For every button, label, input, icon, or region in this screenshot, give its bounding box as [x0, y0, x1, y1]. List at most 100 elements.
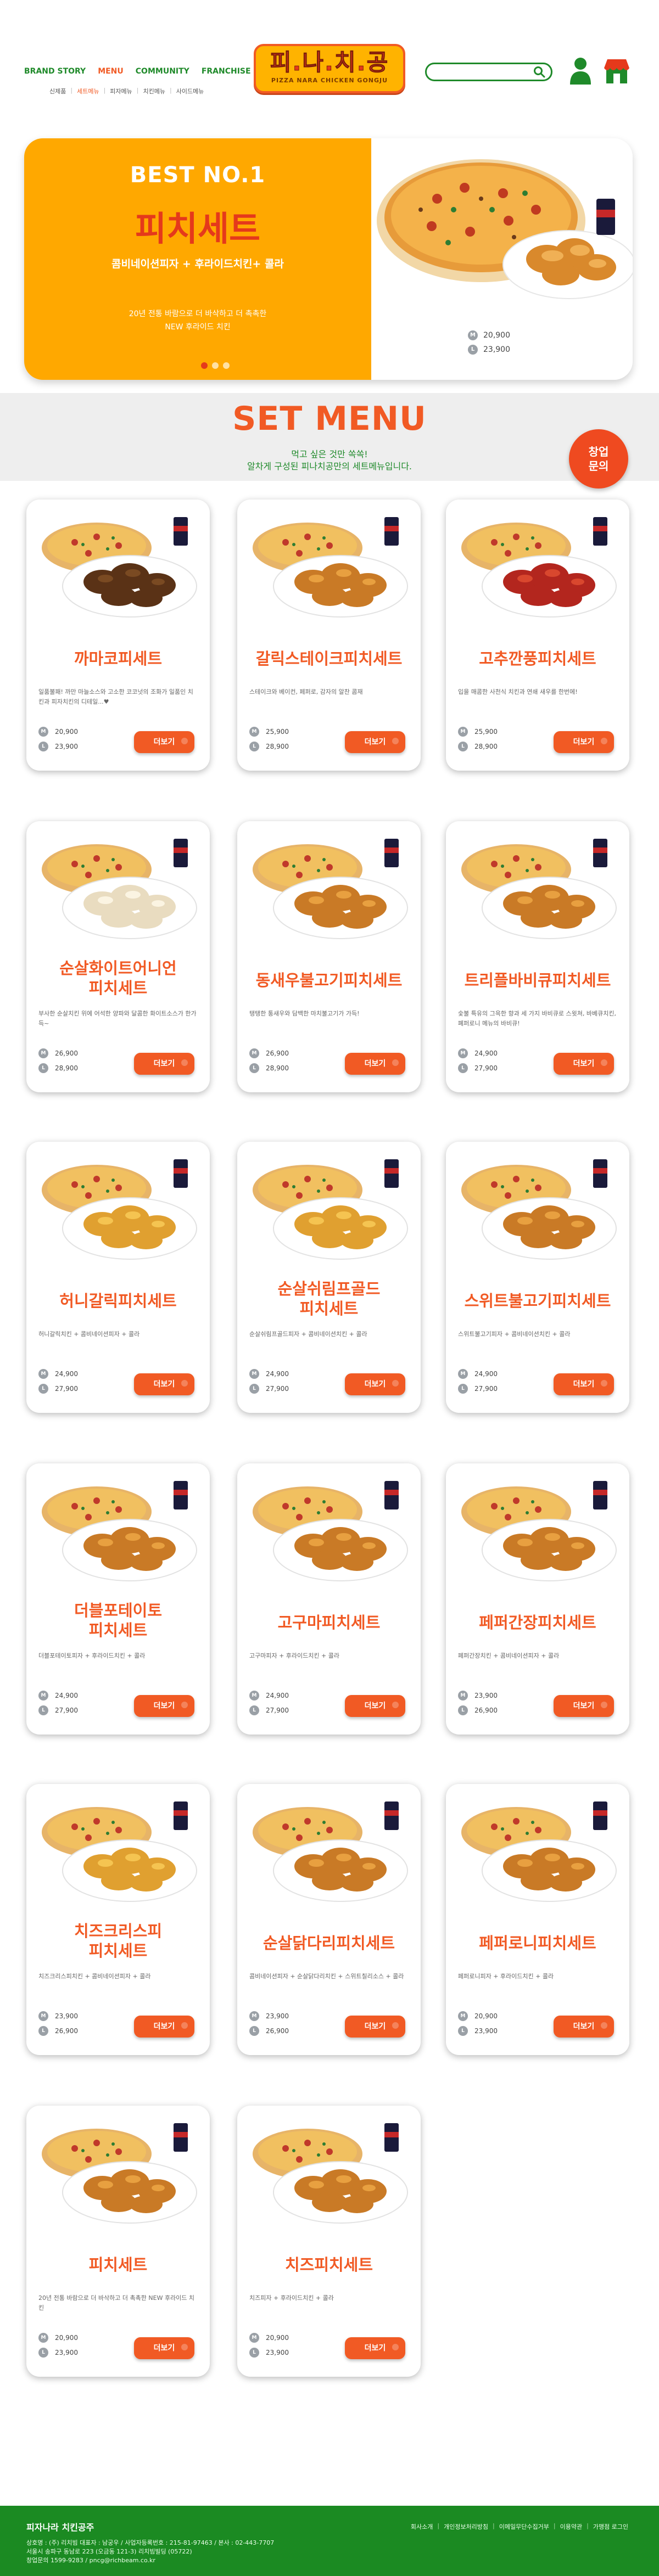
subnav-item-1[interactable]: 세트메뉴	[77, 87, 99, 96]
footer-link-4[interactable]: 가맹점 로그인	[593, 2522, 628, 2531]
set-card[interactable]: 페퍼로니피치세트 페퍼로니피자 + 후라이드치킨 + 콜라 M 20,900 L 23,9…	[446, 1784, 629, 2055]
franchise-inquiry-button[interactable]: 창업 문의	[569, 429, 628, 489]
set-price: M 24,900 L 27,900	[38, 1369, 78, 1399]
footer-line2: 서울시 송파구 동남로 223 (오금동 121-3) 리치빔빌딩 (05722…	[26, 2548, 192, 2555]
size-m-badge: M	[38, 2011, 48, 2021]
price-m-row: M 23,900	[38, 2011, 78, 2021]
detail-button[interactable]: 더보기	[345, 1373, 405, 1395]
detail-button[interactable]: 더보기	[134, 2337, 194, 2359]
set-image	[247, 831, 411, 941]
price-m-row: M 24,900	[38, 1369, 78, 1379]
set-card[interactable]: 스위트불고기피치세트 스위트불고기피자 + 콤비네이션치킨 + 콜라 M 24,900…	[446, 1142, 629, 1413]
subnav-item-2[interactable]: 피자메뉴	[110, 87, 132, 96]
size-l-badge: L	[458, 2026, 468, 2036]
detail-button[interactable]: 더보기	[345, 731, 405, 753]
size-l-badge: L	[38, 1705, 48, 1715]
size-l-badge: L	[458, 1063, 468, 1073]
hero-price-m: M 20,900	[468, 330, 510, 340]
search-input[interactable]	[434, 66, 528, 77]
subnav-separator: |	[103, 87, 106, 94]
set-title: 갈릭스테이크피치세트	[255, 649, 403, 668]
price-m-row: M 23,900	[458, 1691, 498, 1701]
footer-link-separator: |	[587, 2522, 589, 2529]
price-m-row: M 23,900	[249, 2011, 289, 2021]
nav-item-2[interactable]: COMMUNITY	[136, 67, 189, 76]
set-card[interactable]: 순살쉬림프골드 피치세트 순살쉬림프골드피자 + 콤비네이션치킨 + 콜라 M 24,…	[237, 1142, 421, 1413]
price-l-value: 27,900	[55, 1707, 78, 1714]
set-card[interactable]: 치즈피치세트 치즈피자 + 후라이드치킨 + 콜라 M 20,900 L 23,900 더보…	[237, 2106, 421, 2377]
set-card[interactable]: 동새우불고기피치세트 탱탱한 통새우와 담백한 마치불고기가 가득! M 26,900…	[237, 821, 421, 1092]
detail-button[interactable]: 더보기	[345, 2337, 405, 2359]
set-card[interactable]: 피치세트 20년 전통 바람으로 더 바삭하고 더 촉촉한 NEW 후라이드 치킨…	[26, 2106, 210, 2377]
logo[interactable]: 피.나.치.공 PIZZA NARA CHICKEN GONGJU	[254, 44, 405, 93]
set-card[interactable]: 갈릭스테이크피치세트 스테이크와 베이컨, 페퍼로, 감자의 알찬 콤재 M 25,9…	[237, 500, 421, 771]
set-card[interactable]: 허니갈릭피치세트 허니갈릭치킨 + 콤비네이션피자 + 콜라 M 24,900 L 27,…	[26, 1142, 210, 1413]
subnav-item-0[interactable]: 신제품	[49, 87, 66, 96]
price-l-row: L 23,900	[38, 742, 78, 751]
detail-button[interactable]: 더보기	[554, 1373, 614, 1395]
slide-dot-1[interactable]	[212, 362, 219, 369]
set-description: 페퍼간장치킨 + 콤비네이션피자 + 콜라	[458, 1652, 560, 1659]
subnav-item-3[interactable]: 치킨메뉴	[143, 87, 165, 96]
detail-button[interactable]: 더보기	[554, 731, 614, 753]
detail-button[interactable]: 더보기	[554, 1053, 614, 1075]
set-card[interactable]: 고추깐풍피치세트 입을 매콤한 사천식 치킨과 연쇄 새우를 한번에! M 25,90…	[446, 500, 629, 771]
price-l-row: L 28,900	[249, 742, 289, 751]
hero-description: 콤비네이션피자 + 후라이드치킨+ 콜라	[111, 258, 284, 270]
price-m-value: 24,900	[266, 1370, 289, 1378]
set-description: 고구마피자 + 후라이드치킨 + 콜라	[249, 1652, 339, 1659]
nav-item-3[interactable]: FRANCHISE	[202, 67, 251, 76]
hero-banner[interactable]: BEST NO.1 피치세트 콤비네이션피자 + 후라이드치킨+ 콜라 20년 …	[24, 138, 633, 380]
user-icon[interactable]	[569, 57, 592, 85]
price-m-value: 24,900	[55, 1692, 78, 1699]
site-header: BRAND STORY MENU COMMUNITY FRANCHISE 신제품 | 세트…	[0, 0, 659, 126]
footer-link-1[interactable]: 개인정보처리방침	[444, 2522, 488, 2531]
detail-button[interactable]: 더보기	[554, 2016, 614, 2038]
price-m-value: 25,900	[474, 728, 498, 736]
price-m-value: 23,900	[55, 2012, 78, 2020]
nav-item-0[interactable]: BRAND STORY	[24, 67, 86, 76]
search-icon[interactable]	[533, 66, 545, 78]
slide-dot-0[interactable]	[201, 362, 208, 369]
footer-link-3[interactable]: 이용약관	[560, 2522, 582, 2531]
search-box[interactable]	[425, 63, 552, 81]
slide-dot-2[interactable]	[223, 362, 230, 369]
price-l-value: 23,900	[55, 743, 78, 750]
detail-button[interactable]: 더보기	[554, 1695, 614, 1717]
set-price: M 20,900 L 23,900	[38, 2333, 78, 2362]
set-price: M 25,900 L 28,900	[458, 727, 498, 756]
set-card[interactable]: 순살화이트어니언 피치세트 부사한 순살치킨 위에 어석한 양파와 달콤한 화이트…	[26, 821, 210, 1092]
set-image	[456, 1794, 619, 1904]
set-card[interactable]: 페퍼간장피치세트 페퍼간장치킨 + 콤비네이션피자 + 콜라 M 23,900 L 26,…	[446, 1463, 629, 1735]
detail-button[interactable]: 더보기	[134, 1373, 194, 1395]
set-card[interactable]: 고구마피치세트 고구마피자 + 후라이드치킨 + 콜라 M 24,900 L 27,900…	[237, 1463, 421, 1735]
detail-button[interactable]: 더보기	[345, 1695, 405, 1717]
set-card[interactable]: 트리플바비큐피치세트 숯불 특유의 그윽한 향과 세 가지 바비큐로 스윗쳐, 바…	[446, 821, 629, 1092]
footer-link-0[interactable]: 회사소개	[411, 2522, 433, 2531]
nav-item-1[interactable]: MENU	[98, 67, 124, 76]
site-footer: 피자나라 치킨공주 상호명 : (주) 리치빔 대표자 : 남궁우 / 사업자등…	[0, 2506, 659, 2576]
set-description: 스테이크와 베이컨, 페퍼로, 감자의 알찬 콤재	[249, 688, 363, 695]
store-icon[interactable]	[603, 57, 630, 85]
set-card[interactable]: 치즈크리스피 피치세트 치즈크리스피치킨 + 콤비네이션피자 + 콜라 M 23,90…	[26, 1784, 210, 2055]
set-card[interactable]: 까마코피세트 일품불패! 까만 마늘소스와 고소한 코코넛의 조화가 일품인 치킨…	[26, 500, 210, 771]
set-description: 부사한 순살치킨 위에 어석한 양파와 달콤한 화이트소스가 한가득~	[38, 1010, 197, 1027]
set-description: 20년 전통 바람으로 더 바삭하고 더 촉촉한 NEW 후라이드 치킨	[38, 2294, 195, 2311]
subnav-item-4[interactable]: 사이드메뉴	[176, 87, 204, 96]
detail-button[interactable]: 더보기	[134, 731, 194, 753]
detail-button[interactable]: 더보기	[345, 2016, 405, 2038]
detail-button[interactable]: 더보기	[134, 1053, 194, 1075]
set-card[interactable]: 더블포테이토 피치세트 더블포테이토피자 + 후라이드치킨 + 콜라 M 24,900…	[26, 1463, 210, 1735]
set-image	[456, 1473, 619, 1583]
set-card[interactable]: 순살닭다리피치세트 콤비네이션피자 + 순살닭다리치킨 + 스위트칠리소스 + 콜…	[237, 1784, 421, 2055]
price-l-value: 27,900	[55, 1385, 78, 1393]
price-l-row: L 23,900	[38, 2348, 78, 2358]
footer-link-2[interactable]: 이메일무단수집거부	[499, 2522, 549, 2531]
detail-button[interactable]: 더보기	[345, 1053, 405, 1075]
set-title: 순살쉬림프골드 피치세트	[277, 1279, 381, 1318]
set-description: 탱탱한 통새우와 담백한 마치불고기가 가득!	[249, 1010, 360, 1017]
price-l-value: 28,900	[474, 743, 498, 750]
detail-button[interactable]: 더보기	[134, 2016, 194, 2038]
detail-button[interactable]: 더보기	[134, 1695, 194, 1717]
size-l-badge: L	[38, 2348, 48, 2358]
